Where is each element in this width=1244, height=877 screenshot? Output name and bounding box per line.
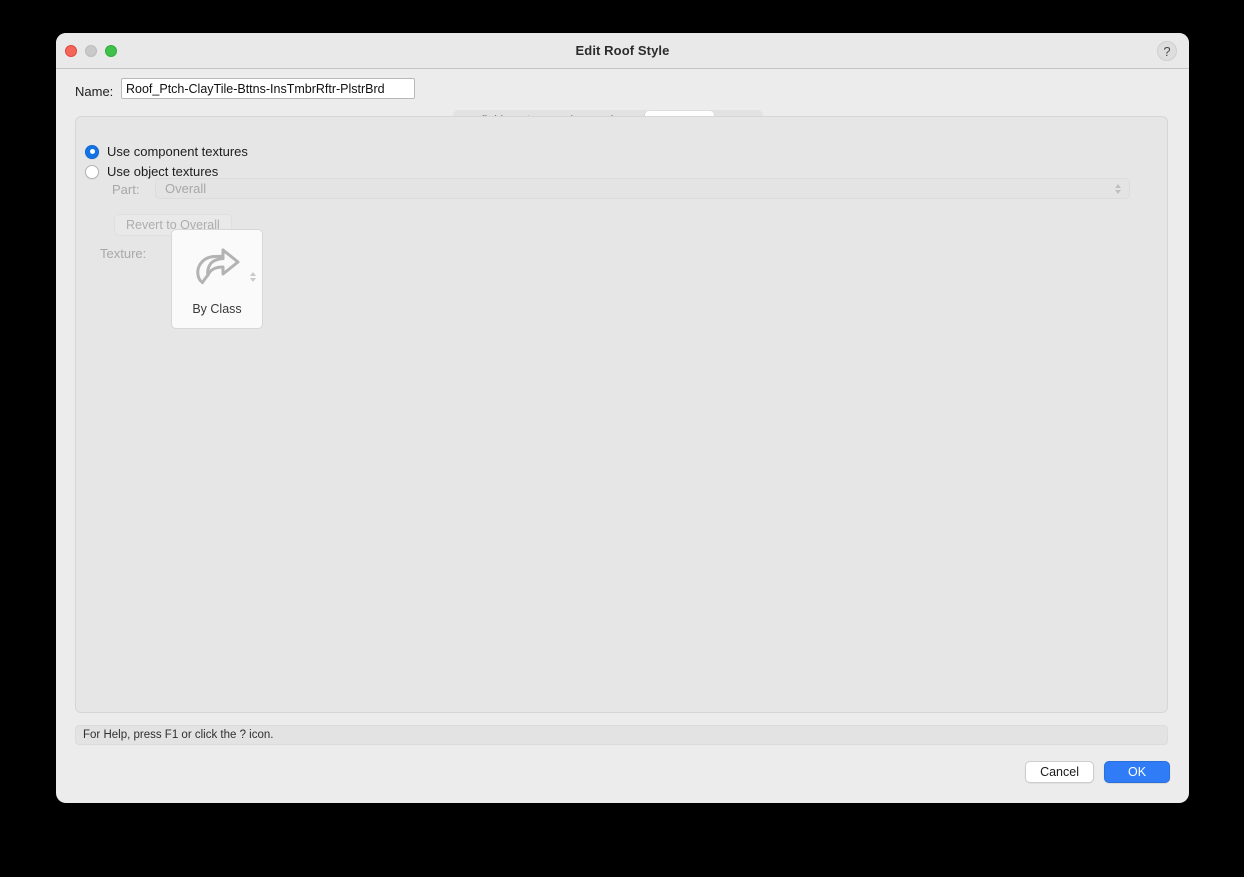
cancel-button[interactable]: Cancel (1025, 761, 1094, 783)
chevron-updown-icon (1115, 183, 1121, 194)
part-dropdown[interactable]: Overall (155, 178, 1130, 199)
name-input[interactable] (121, 78, 415, 99)
radio-button-selected-icon[interactable] (85, 144, 99, 159)
radio-button-unselected-icon[interactable] (85, 164, 99, 179)
help-status-bar: For Help, press F1 or click the ? icon. (75, 725, 1168, 745)
part-dropdown-value: Overall (165, 181, 207, 196)
curved-arrow-icon (172, 244, 262, 288)
name-row: Name: (56, 78, 1189, 104)
window-title: Edit Roof Style (575, 43, 670, 58)
radio-use-object-textures[interactable]: Use object textures (85, 164, 218, 179)
texture-stepper-chevron-icon[interactable] (250, 272, 256, 282)
help-icon[interactable]: ? (1157, 41, 1177, 61)
part-label: Part: (112, 182, 140, 197)
window-titlebar: Edit Roof Style ? (56, 33, 1189, 69)
dialog-footer: Cancel OK (1025, 761, 1170, 783)
name-label: Name: (75, 83, 114, 99)
help-status-text: For Help, press F1 or click the ? icon. (83, 729, 274, 741)
edit-roof-style-dialog: Edit Roof Style ? Name: Definition Inser… (56, 33, 1189, 803)
textures-panel: Use component textures Use object textur… (75, 116, 1168, 713)
texture-swatch-label: By Class (192, 302, 242, 316)
radio-use-component-textures[interactable]: Use component textures (85, 144, 248, 159)
radio-label-use-object-textures: Use object textures (107, 164, 219, 179)
ok-button[interactable]: OK (1104, 761, 1170, 783)
radio-label-use-component-textures: Use component textures (107, 144, 248, 159)
texture-label: Texture: (100, 246, 147, 261)
texture-swatch[interactable]: By Class (171, 229, 263, 329)
